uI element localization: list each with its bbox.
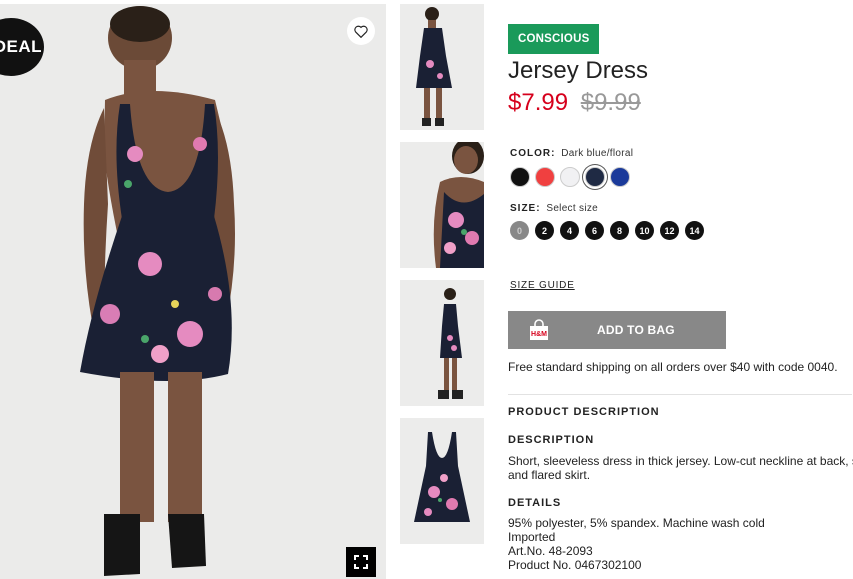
color-value: Dark blue/floral: [561, 148, 634, 159]
thumbnail-image: [438, 288, 463, 399]
thumbnail-flat[interactable]: [400, 418, 484, 544]
details-line: Art.No. 48-2093: [508, 544, 593, 558]
divider: [508, 394, 852, 395]
deal-badge-label: DEAL: [0, 37, 42, 56]
fullscreen-icon: [354, 555, 368, 569]
sale-price: $7.99: [508, 89, 569, 116]
shipping-note: Free standard shipping on all orders ove…: [508, 360, 838, 374]
color-label: COLOR:: [510, 148, 556, 159]
color-label-row: COLOR: Dark blue/floral: [510, 148, 633, 159]
favorite-button[interactable]: [347, 17, 375, 45]
size-option[interactable]: 6: [585, 221, 604, 240]
size-value: Select size: [546, 203, 598, 214]
swatch-dark-blue-floral[interactable]: [585, 167, 605, 187]
shopping-bag-icon: H&M: [530, 319, 548, 340]
size-option[interactable]: 0: [510, 221, 529, 240]
original-price: $9.99: [580, 89, 641, 116]
fullscreen-button[interactable]: [346, 547, 376, 577]
details-line: Imported: [508, 530, 556, 544]
size-option[interactable]: 4: [560, 221, 579, 240]
swatch-blue[interactable]: [610, 167, 630, 187]
thumbnail-front-closeup[interactable]: [400, 142, 484, 268]
add-to-bag-button[interactable]: H&M ADD TO BAG: [508, 311, 726, 349]
thumbnail-image: [416, 7, 452, 126]
product-title: Jersey Dress: [508, 57, 649, 84]
product-description-heading[interactable]: PRODUCT DESCRIPTION: [508, 406, 660, 418]
size-label-row: SIZE: Select size: [510, 203, 598, 214]
description-text-line-1: Short, sleeveless dress in thick jersey.…: [508, 454, 853, 468]
size-option[interactable]: 2: [535, 221, 554, 240]
price: $7.99 $9.99: [508, 89, 641, 117]
size-label: SIZE:: [510, 203, 541, 214]
dress-back-view-illustration: [0, 4, 386, 579]
details-heading: DETAILS: [508, 497, 562, 509]
thumbnail-image: [433, 142, 484, 268]
size-option[interactable]: 10: [635, 221, 654, 240]
size-option[interactable]: 14: [685, 221, 704, 240]
swatch-white[interactable]: [560, 167, 580, 187]
details-line: Product No. 0467302100: [508, 558, 642, 572]
description-heading: DESCRIPTION: [508, 434, 595, 446]
main-product-image[interactable]: DEAL: [0, 4, 386, 579]
thumbnail-back[interactable]: [400, 4, 484, 130]
size-option[interactable]: 12: [660, 221, 679, 240]
description-text-line-2: and flared skirt.: [508, 468, 591, 482]
swatch-red[interactable]: [535, 167, 555, 187]
thumbnail-side[interactable]: [400, 280, 484, 406]
size-guide-link[interactable]: SIZE GUIDE: [510, 280, 575, 291]
size-option[interactable]: 8: [610, 221, 629, 240]
conscious-badge: CONSCIOUS: [508, 24, 600, 54]
add-to-bag-label: ADD TO BAG: [597, 323, 675, 337]
heart-icon: [354, 25, 368, 38]
thumbnail-image: [414, 432, 470, 522]
svg-text:H&M: H&M: [531, 331, 547, 338]
color-swatches: [510, 167, 635, 187]
details-line: 95% polyester, 5% spandex. Machine wash …: [508, 516, 765, 530]
swatch-black[interactable]: [510, 167, 530, 187]
size-options: 0 2 4 6 8 10 12 14: [510, 221, 710, 240]
